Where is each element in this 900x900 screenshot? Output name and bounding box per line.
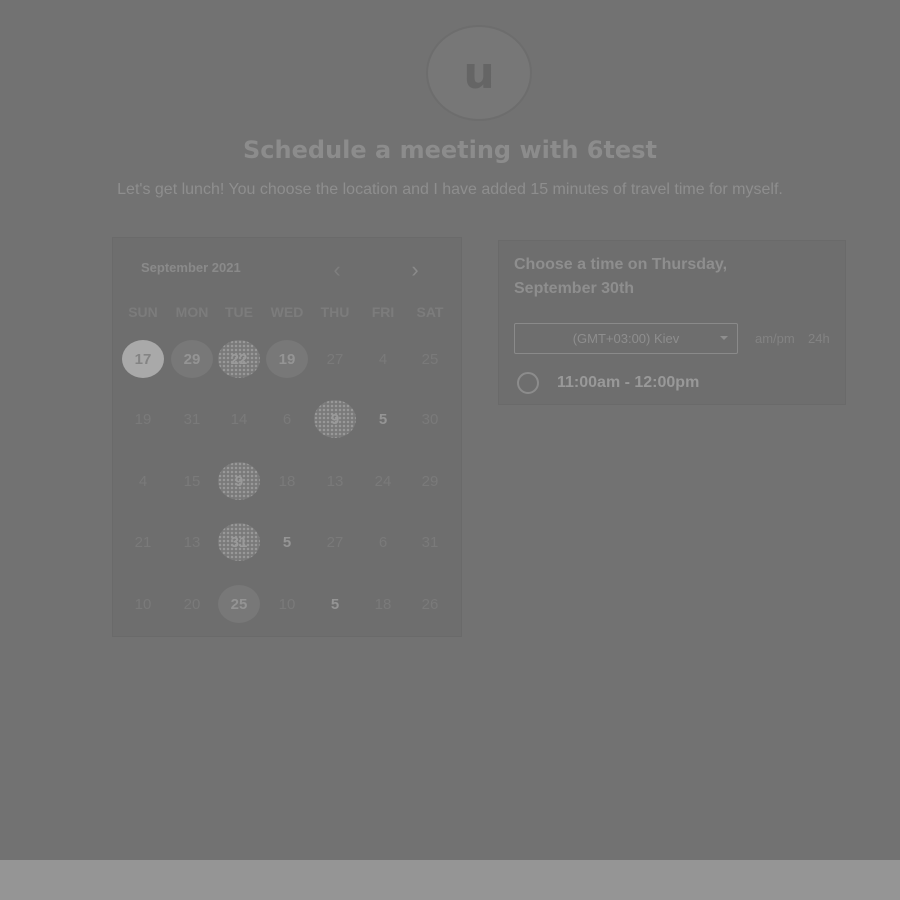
calendar-day: 27: [326, 533, 344, 551]
calendar-day: 31: [421, 533, 439, 551]
calendar-day: 10: [278, 595, 296, 613]
calendar-day: 25: [421, 350, 439, 368]
calendar-day: 26: [421, 595, 439, 613]
calendar-day[interactable]: 5: [362, 400, 404, 438]
calendar-day: 15: [183, 472, 201, 490]
calendar-day: 10: [134, 595, 152, 613]
calendar-day: 14: [230, 410, 248, 428]
calendar-day: 20: [183, 595, 201, 613]
weekday-sun: SUN: [128, 304, 158, 320]
footer-bar: [0, 860, 900, 900]
format-ampm-toggle[interactable]: am/pm: [755, 331, 795, 346]
calendar-day: 29: [421, 472, 439, 490]
weekday-wed: WED: [270, 304, 304, 320]
page-subtitle: Let's get lunch! You choose the location…: [117, 181, 783, 198]
time-panel: Choose a time on Thursday, September 30t…: [498, 240, 846, 405]
avatar: u: [426, 25, 532, 121]
weekday-tue: TUE: [225, 304, 253, 320]
calendar-day[interactable]: 5: [266, 523, 308, 561]
calendar-day[interactable]: 9: [218, 462, 260, 500]
page-title: Schedule a meeting with 6test: [243, 136, 657, 164]
calendar-day: 21: [134, 533, 152, 551]
calendar-panel: September 2021 ‹ › SUN MON TUE WED THU FRI SAT…: [112, 237, 462, 637]
calendar-day[interactable]: 5: [314, 585, 356, 623]
timezone-select[interactable]: (GMT+03:00) Kiev: [514, 323, 738, 354]
time-slot-label: 11:00am - 12:00pm: [557, 374, 700, 391]
calendar-day: 6: [282, 410, 292, 428]
calendar-day: 19: [134, 410, 152, 428]
calendar-day: 13: [183, 533, 201, 551]
calendar-day: 27: [326, 350, 344, 368]
weekday-sat: SAT: [416, 304, 444, 320]
calendar-day: 4: [378, 350, 388, 368]
calendar-day[interactable]: 9: [314, 400, 356, 438]
timezone-value: (GMT+03:00) Kiev: [572, 331, 680, 346]
calendar-day[interactable]: 25: [218, 585, 260, 623]
chevron-left-icon[interactable]: ‹: [325, 258, 349, 282]
radio-icon[interactable]: [517, 372, 539, 394]
calendar-day[interactable]: 17: [122, 340, 164, 378]
chevron-right-icon[interactable]: ›: [403, 258, 427, 282]
calendar-day: 6: [378, 533, 388, 551]
calendar-day: 18: [278, 472, 296, 490]
calendar-day[interactable]: 22: [218, 340, 260, 378]
weekday-mon: MON: [175, 304, 209, 320]
avatar-letter: u: [463, 47, 495, 99]
format-24h-toggle[interactable]: 24h: [808, 331, 830, 346]
calendar-day[interactable]: 19: [266, 340, 308, 378]
weekday-fri: FRI: [371, 304, 395, 320]
time-slot[interactable]: 11:00am - 12:00pm: [517, 372, 699, 394]
month-label: September 2021: [141, 260, 241, 275]
calendar-day: 4: [138, 472, 148, 490]
caret-down-icon: [720, 336, 728, 340]
weekday-thu: THU: [320, 304, 350, 320]
calendar-day: 30: [421, 410, 439, 428]
calendar-day: 31: [183, 410, 201, 428]
calendar-day: 24: [374, 472, 392, 490]
calendar-day[interactable]: 29: [171, 340, 213, 378]
calendar-day: 13: [326, 472, 344, 490]
time-heading: Choose a time on Thursday, September 30t…: [514, 256, 728, 297]
calendar-day: 18: [374, 595, 392, 613]
calendar-day[interactable]: 31: [218, 523, 260, 561]
